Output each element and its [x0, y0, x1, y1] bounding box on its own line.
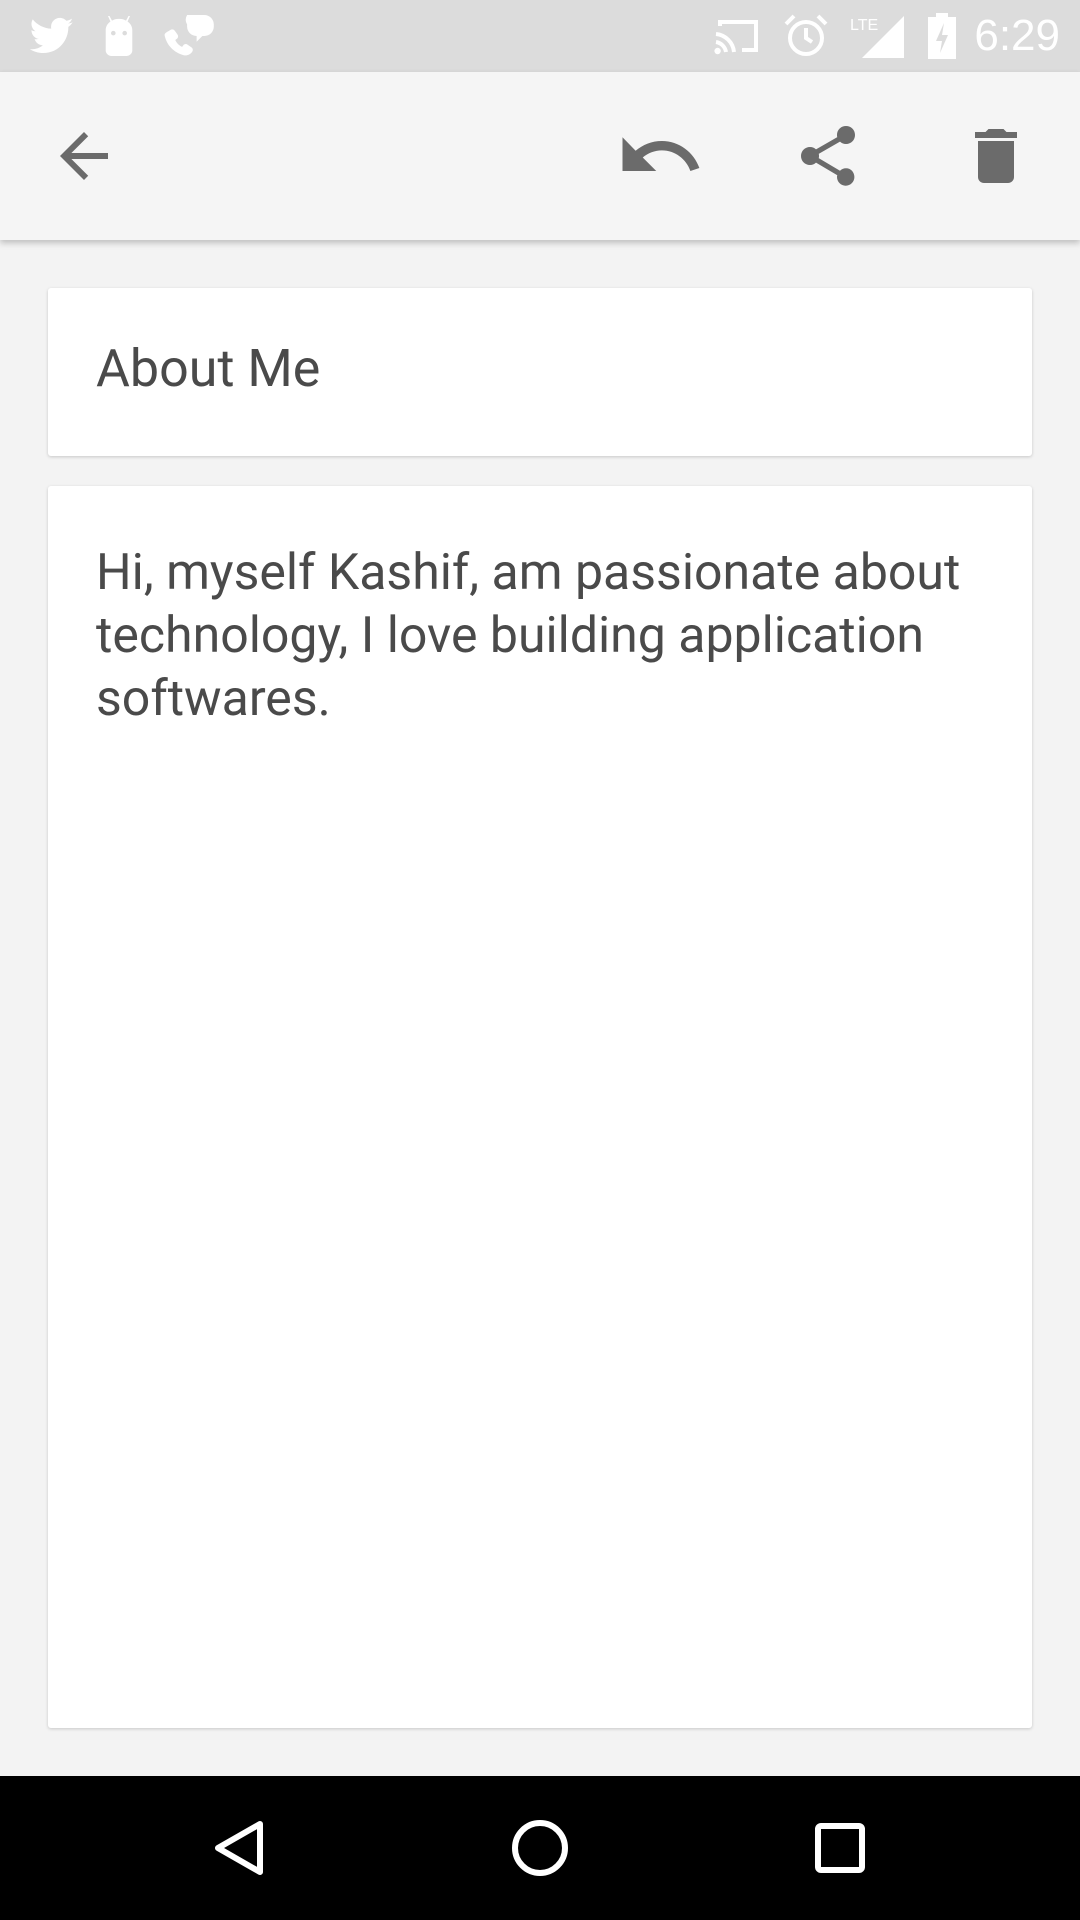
undo-icon — [622, 137, 700, 171]
note-title-field[interactable]: About Me — [96, 338, 320, 399]
note-title-card[interactable]: About Me — [48, 288, 1032, 456]
lte-label: LTE — [850, 17, 878, 34]
share-icon — [801, 126, 855, 186]
note-body-card[interactable]: Hi, myself Kashif, am passionate about t… — [48, 486, 1032, 1728]
note-body-field[interactable]: Hi, myself Kashif, am passionate about t… — [96, 542, 976, 731]
hangouts-dialer-icon — [164, 15, 214, 57]
back-arrow-icon — [60, 132, 108, 180]
android-icon — [100, 16, 138, 56]
alarm-icon — [784, 14, 828, 58]
status-bar: LTE 6:29 — [0, 0, 1080, 72]
twitter-icon — [30, 17, 74, 55]
delete-button[interactable] — [946, 106, 1046, 206]
lte-signal-icon: LTE — [850, 14, 906, 58]
status-time: 6:29 — [974, 11, 1060, 60]
back-button[interactable] — [34, 106, 134, 206]
delete-icon — [975, 129, 1017, 183]
share-button[interactable] — [778, 106, 878, 206]
nav-recents-icon — [815, 1823, 865, 1873]
nav-home-button[interactable] — [490, 1798, 590, 1898]
cast-icon — [714, 16, 762, 56]
nav-back-button[interactable] — [190, 1798, 290, 1898]
undo-button[interactable] — [610, 106, 710, 206]
status-notification-icons — [30, 15, 240, 57]
nav-home-icon — [512, 1820, 568, 1876]
app-toolbar — [0, 72, 1080, 240]
status-system-icons: LTE 6:29 — [692, 11, 1060, 61]
navigation-bar — [0, 1776, 1080, 1920]
battery-charging-icon — [928, 13, 957, 59]
nav-recents-button[interactable] — [790, 1798, 890, 1898]
nav-back-icon — [215, 1821, 263, 1875]
